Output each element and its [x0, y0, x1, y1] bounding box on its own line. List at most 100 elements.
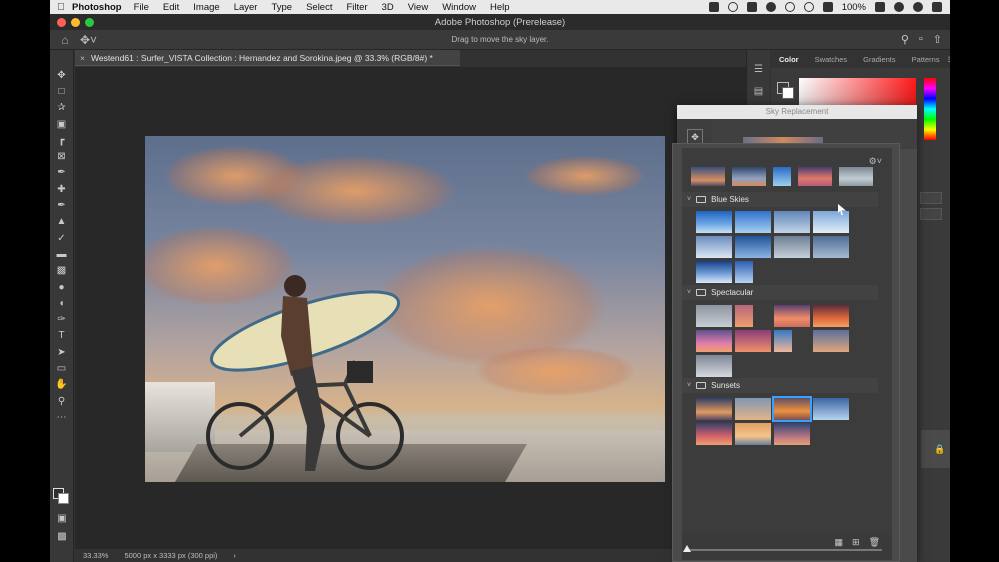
sky-thumb[interactable] [774, 305, 810, 327]
menu-layer[interactable]: Layer [234, 2, 258, 13]
sky-thumb[interactable] [696, 236, 732, 258]
sky-thumb[interactable] [813, 236, 849, 258]
recent-sky-thumb[interactable] [773, 167, 791, 186]
menu-type[interactable]: Type [271, 2, 292, 13]
healing-brush-tool-icon[interactable]: ✚ [50, 181, 73, 197]
chevron-right-icon[interactable]: › [233, 551, 236, 560]
properties-panel-icon[interactable]: ▤ [747, 80, 770, 102]
more-tools-icon[interactable]: ⋯ [50, 409, 73, 425]
menu-help[interactable]: Help [490, 2, 510, 13]
wifi-icon[interactable] [822, 2, 833, 12]
canvas-area[interactable] [75, 67, 770, 549]
rectangle-tool-icon[interactable]: ▭ [50, 360, 73, 376]
sky-thumb-selected[interactable] [772, 396, 812, 422]
menu-3d[interactable]: 3D [382, 2, 394, 13]
crop-tool-icon[interactable]: ┏ [50, 132, 73, 148]
sky-thumb[interactable] [696, 211, 732, 233]
group-spectacular[interactable]: ˅ Spectacular [682, 285, 878, 300]
clock-icon[interactable] [765, 2, 776, 12]
delete-icon[interactable]: 🗑 [869, 537, 880, 548]
sky-thumb[interactable] [696, 355, 732, 377]
sky-thumb[interactable] [813, 330, 849, 352]
view-toggle-stub[interactable] [920, 208, 942, 220]
sky-thumb[interactable] [696, 330, 732, 352]
upload-icon[interactable] [784, 2, 795, 12]
gradient-tool-icon[interactable]: ▩ [50, 263, 73, 279]
sky-thumb[interactable] [696, 423, 732, 445]
object-selection-tool-icon[interactable]: ▣ [50, 116, 73, 132]
group-sunsets[interactable]: ˅ Sunsets [682, 378, 878, 393]
background-color-swatch[interactable] [58, 493, 69, 504]
apple-icon[interactable]:  [50, 2, 72, 13]
sky-thumb[interactable] [696, 398, 732, 420]
sky-thumb[interactable] [774, 330, 792, 352]
zoom-level[interactable]: 33.33% [83, 551, 108, 560]
marquee-tool-icon[interactable]: □ [50, 83, 73, 99]
close-tab-icon[interactable]: × [75, 53, 91, 63]
blur-tool-icon[interactable]: ● [50, 279, 73, 295]
eyedropper-tool-icon[interactable]: ✒ [50, 165, 73, 181]
sky-thumb[interactable] [774, 211, 810, 233]
sky-thumb[interactable] [813, 211, 849, 233]
type-tool-icon[interactable]: T [50, 328, 73, 344]
clone-stamp-tool-icon[interactable]: ▲ [50, 214, 73, 230]
document-image[interactable] [145, 136, 665, 482]
gear-icon[interactable]: ⚙˅ [869, 156, 882, 167]
recent-sky-thumb[interactable] [798, 167, 832, 186]
creative-cloud-icon[interactable] [727, 2, 738, 12]
menu-image[interactable]: Image [193, 2, 219, 13]
user-icon[interactable] [913, 2, 923, 12]
color-panel-background-swatch[interactable] [782, 87, 794, 99]
recent-sky-thumb[interactable] [839, 167, 873, 186]
pen-tool-icon[interactable]: ✑ [50, 311, 73, 327]
sky-thumb[interactable] [813, 305, 849, 327]
document-info[interactable]: 5000 px x 3333 px (300 ppi) [124, 551, 217, 560]
sky-thumb[interactable] [735, 236, 771, 258]
menu-window[interactable]: Window [442, 2, 476, 13]
dodge-tool-icon[interactable]: ◖ [50, 295, 73, 311]
frame-tool-icon[interactable]: ⊠ [50, 148, 73, 164]
sky-thumb[interactable] [735, 305, 753, 327]
menu-view[interactable]: View [408, 2, 428, 13]
sky-thumb[interactable] [696, 261, 732, 283]
thumbnail-size-slider[interactable] [683, 545, 882, 552]
hand-tool-icon[interactable]: ✋ [50, 377, 73, 393]
sky-thumb[interactable] [774, 423, 810, 445]
lock-icon[interactable]: 🔒 [921, 430, 950, 468]
document-tab[interactable]: × Westend61 : Surfer_VISTA Collection : … [75, 50, 460, 66]
sky-thumb[interactable] [813, 398, 849, 420]
new-group-folder-icon[interactable]: ▦ [835, 537, 844, 548]
hue-slider[interactable] [924, 78, 936, 140]
color-picker-field[interactable] [799, 78, 916, 108]
panel-menu-icon[interactable]: ☰ [948, 55, 950, 64]
quick-mask-icon[interactable]: ▣ [50, 510, 74, 526]
battery-icon[interactable] [875, 2, 885, 12]
history-brush-tool-icon[interactable]: ✓ [50, 230, 73, 246]
menu-app-name[interactable]: Photoshop [72, 2, 122, 13]
recent-sky-thumb[interactable] [732, 167, 766, 186]
sky-thumb[interactable] [735, 261, 753, 283]
sky-thumb[interactable] [696, 305, 732, 327]
camera-icon[interactable] [708, 2, 719, 12]
battery-percent[interactable]: 100% [842, 2, 866, 13]
add-sky-icon[interactable]: ⊞ [852, 537, 860, 548]
sky-thumb[interactable] [774, 236, 810, 258]
tab-gradients[interactable]: Gradients [855, 55, 904, 64]
menu-icon[interactable] [932, 2, 942, 12]
bluetooth-icon[interactable] [803, 2, 814, 12]
history-panel-icon[interactable]: ☰ [747, 58, 770, 80]
lasso-tool-icon[interactable]: ✰ [50, 100, 73, 116]
path-selection-tool-icon[interactable]: ➤ [50, 344, 73, 360]
screen-icon[interactable] [746, 2, 757, 12]
screen-mode-icon[interactable]: ▩ [50, 528, 74, 544]
recent-sky-thumb[interactable] [691, 167, 725, 186]
dropdown-stub[interactable] [920, 192, 942, 204]
group-blue-skies[interactable]: ˅ Blue Skies [682, 192, 878, 207]
menu-file[interactable]: File [134, 2, 149, 13]
tab-color[interactable]: Color [771, 55, 807, 64]
tab-swatches[interactable]: Swatches [807, 55, 856, 64]
tab-patterns[interactable]: Patterns [904, 55, 948, 64]
zoom-tool-icon[interactable]: ⚲ [50, 393, 73, 409]
sky-thumb[interactable] [735, 211, 771, 233]
eraser-tool-icon[interactable]: ▬ [50, 246, 73, 262]
